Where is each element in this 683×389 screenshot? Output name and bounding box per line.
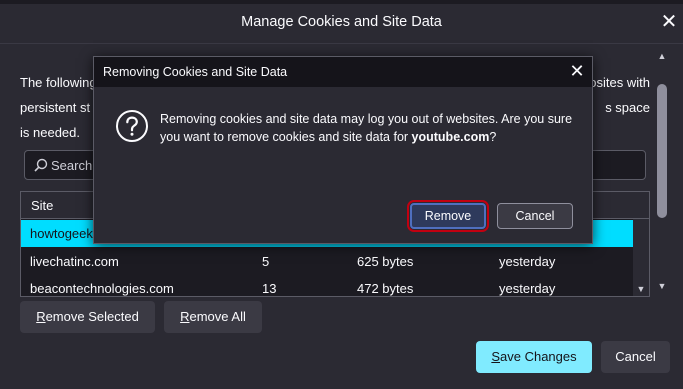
- modal-message: Removing cookies and site data may log y…: [160, 110, 580, 146]
- scroll-down-icon[interactable]: ▼: [633, 281, 649, 296]
- modal-close-icon[interactable]: ✕: [568, 62, 586, 80]
- modal-message-punct: ?: [489, 130, 497, 144]
- search-placeholder: Search: [51, 158, 93, 173]
- cell-usage: 625 bytes: [357, 254, 414, 269]
- save-changes-button[interactable]: Save Changes: [476, 341, 592, 373]
- cell-cookies: 5: [262, 254, 270, 269]
- scroll-down-icon[interactable]: ▼: [654, 278, 670, 294]
- search-icon: [34, 158, 48, 172]
- cell-site: livechatinc.com: [30, 254, 119, 269]
- cell-usage: 472 bytes: [357, 281, 414, 296]
- modal-message-line-1: Removing cookies and site data may log y…: [160, 112, 573, 126]
- remove-selected-label: emove Selected: [45, 309, 139, 324]
- scrollbar-thumb[interactable]: [657, 84, 667, 218]
- table-scrollbar[interactable]: ▼: [633, 219, 649, 296]
- dialog-description-right: osites with s space: [589, 70, 650, 120]
- question-icon: [116, 110, 148, 142]
- remove-selected-button[interactable]: Remove Selected: [20, 301, 155, 333]
- remove-confirmation-modal: Removing Cookies and Site Data ✕ Removin…: [93, 56, 593, 244]
- save-changes-access-key: S: [491, 349, 501, 364]
- table-row[interactable]: beacontechnologies.com 13 472 bytes yest…: [21, 275, 633, 296]
- dialog-close-icon[interactable]: ✕: [659, 12, 679, 32]
- description-right-line-1: osites with: [589, 75, 650, 90]
- modal-header: Removing Cookies and Site Data ✕: [94, 57, 592, 87]
- remove-all-access-key: R: [180, 309, 190, 324]
- cell-site: howtogeek: [30, 226, 93, 241]
- table-row[interactable]: livechatinc.com 5 625 bytes yesterday: [21, 248, 633, 275]
- remove-all-button[interactable]: Remove All: [164, 301, 262, 333]
- remove-selected-access-key: R: [36, 309, 46, 324]
- description-right-line-2: s space: [605, 100, 650, 115]
- dialog-title: Manage Cookies and Site Data: [241, 14, 442, 30]
- modal-cancel-button[interactable]: Cancel: [497, 203, 573, 229]
- scroll-up-icon[interactable]: ▲: [654, 48, 670, 64]
- dialog-scrollbar[interactable]: ▲ ▼: [654, 46, 670, 296]
- cell-site: beacontechnologies.com: [30, 281, 174, 296]
- cell-last-used: yesterday: [499, 281, 556, 296]
- cell-last-used: yesterday: [499, 254, 556, 269]
- cancel-button[interactable]: Cancel: [601, 341, 670, 373]
- modal-message-text: you want to remove cookies and site data…: [160, 130, 412, 144]
- save-changes-label: ave Changes: [500, 349, 577, 364]
- modal-message-line-2: you want to remove cookies and site data…: [160, 128, 580, 146]
- modal-title: Removing Cookies and Site Data: [103, 65, 288, 79]
- column-header-site[interactable]: Site: [31, 198, 53, 213]
- cell-cookies: 13: [262, 281, 277, 296]
- modal-message-site: youtube.com: [411, 130, 490, 144]
- remove-all-label: emove All: [189, 309, 246, 324]
- remove-button[interactable]: Remove: [407, 200, 489, 232]
